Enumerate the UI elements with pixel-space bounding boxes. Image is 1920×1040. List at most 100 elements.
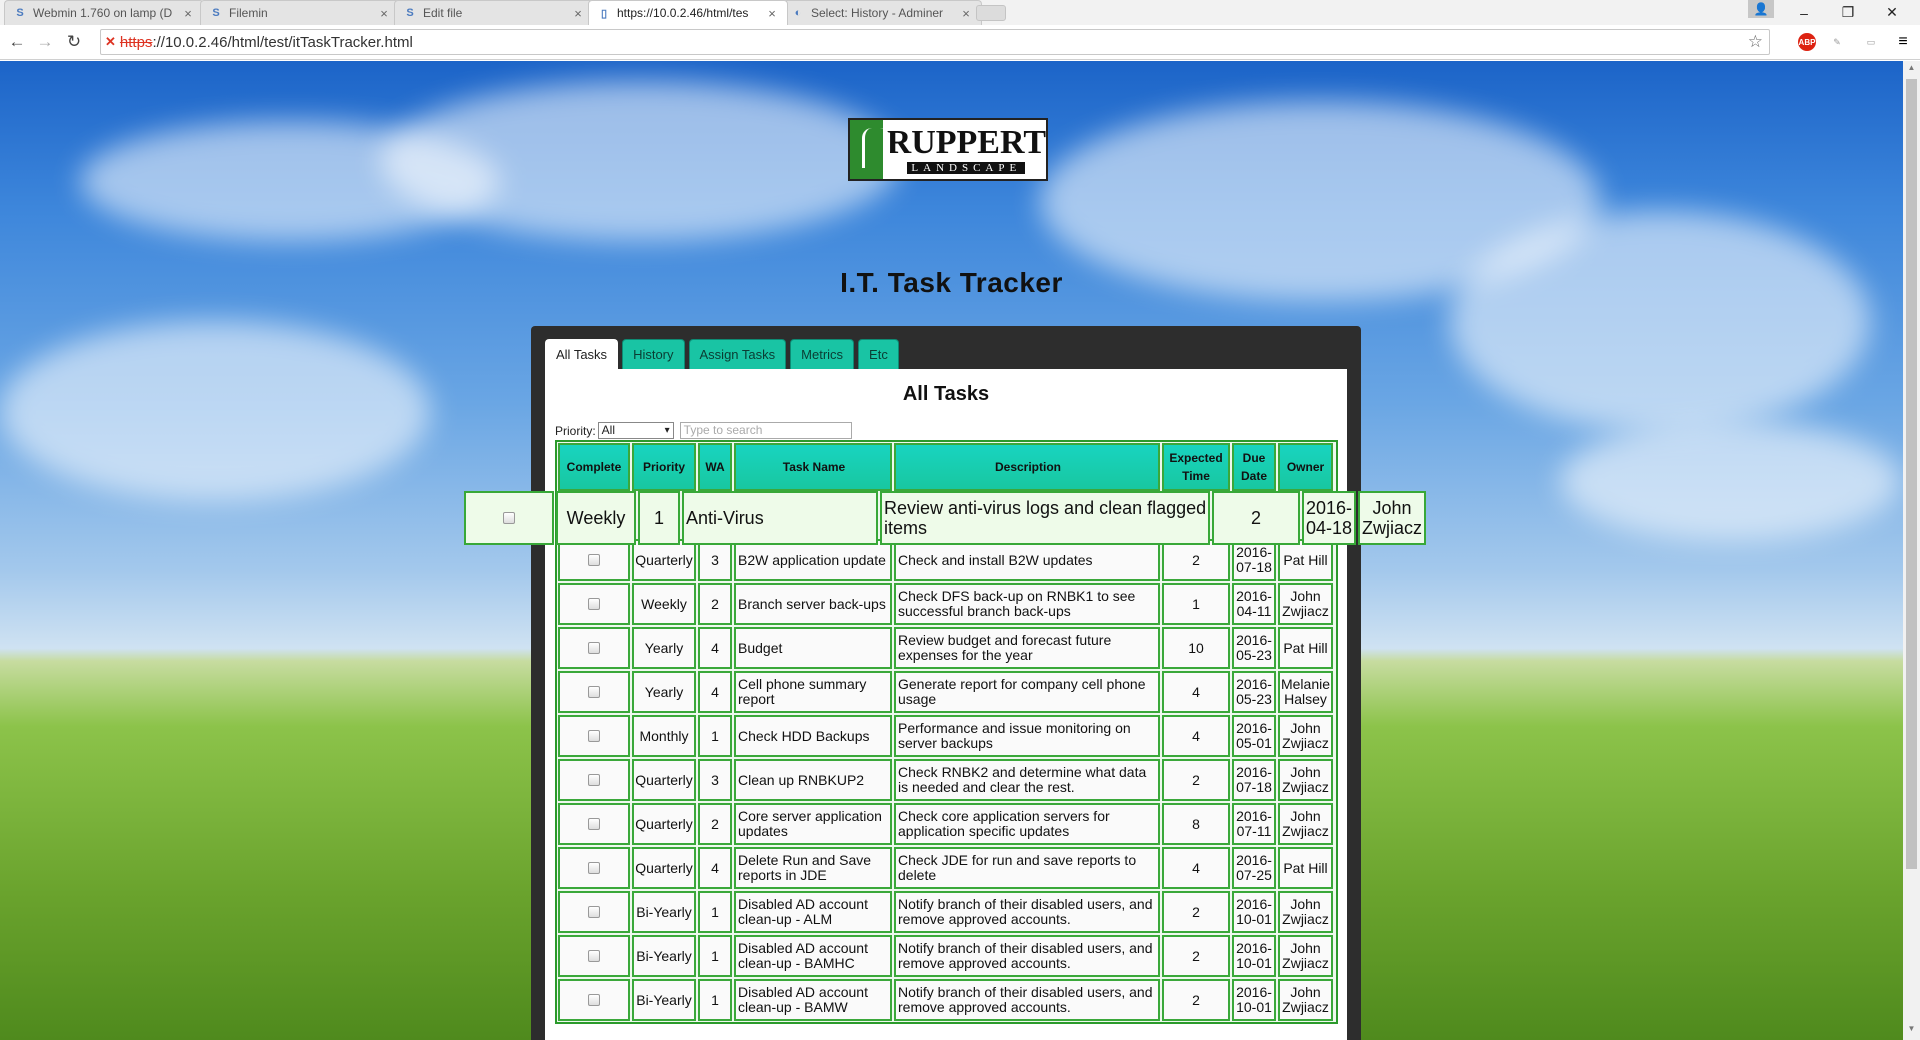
tab-etc[interactable]: Etc [858, 339, 899, 369]
bookmark-star-icon[interactable]: ☆ [1748, 32, 1763, 52]
new-tab-button[interactable] [976, 5, 1006, 21]
priority-cell: Monthly [632, 715, 696, 757]
profile-icon[interactable]: 👤 [1748, 0, 1774, 18]
table-row[interactable]: Weekly 2 Branch server back-ups Check DFS b… [557, 582, 1336, 626]
complete-checkbox[interactable] [503, 512, 515, 524]
adminer-icon: ◐ [794, 7, 802, 19]
wa-cell: 1 [698, 715, 732, 757]
complete-cell [558, 627, 630, 669]
owner-cell: John Zwjiacz [1278, 935, 1333, 977]
tab-content: All Tasks Priority: All Type to search C… [545, 369, 1347, 1040]
complete-checkbox[interactable] [588, 994, 600, 1006]
wa-cell: 4 [698, 627, 732, 669]
restore-icon[interactable]: ❐ [1826, 0, 1870, 25]
close-icon[interactable]: × [377, 6, 391, 21]
minimize-icon[interactable]: – [1782, 0, 1826, 25]
column-header[interactable]: Owner [1278, 443, 1333, 491]
browser-tab-edit-file[interactable]: S Edit file × [394, 0, 594, 25]
close-icon[interactable]: × [959, 6, 973, 21]
browser-tab-adminer[interactable]: ◐ Select: History - Adminer × [782, 0, 982, 25]
table-header-row: Complete Priority WA Task Name Descripti… [557, 442, 1336, 492]
complete-checkbox[interactable] [588, 730, 600, 742]
due-date-cell: 2016-05-23 [1232, 627, 1276, 669]
expected-time-cell: 2 [1162, 935, 1230, 977]
table-row[interactable]: Yearly 4 Cell phone summary report Generate… [557, 670, 1336, 714]
task-panel: All Tasks History Assign Tasks Metrics E… [531, 326, 1361, 1040]
close-icon[interactable]: × [181, 6, 195, 21]
table-row[interactable]: Bi-Yearly 1 Disabled AD account clean-up -… [557, 890, 1336, 934]
complete-checkbox[interactable] [588, 774, 600, 786]
column-header[interactable]: Due Date [1232, 443, 1276, 491]
description-cell: Check JDE for run and save reports to de… [894, 847, 1160, 889]
owner-cell: John Zwjiacz [1278, 979, 1333, 1021]
search-input[interactable]: Type to search [679, 422, 852, 439]
due-date-cell: 2016-10-01 [1232, 935, 1276, 977]
browser-tab-webmin[interactable]: S Webmin 1.760 on lamp (D × [4, 0, 204, 25]
complete-checkbox[interactable] [588, 818, 600, 830]
company-logo: RUPPERT LANDSCAPE [848, 118, 1048, 181]
back-icon[interactable]: ← [5, 31, 29, 53]
complete-checkbox[interactable] [588, 686, 600, 698]
browser-toolbar: ← → ↻ ✕ https ://10.0.2.46/html/test/itT… [0, 25, 1920, 60]
tab-all-tasks[interactable]: All Tasks [545, 339, 619, 369]
due-date-cell: 2016-05-01 [1232, 715, 1276, 757]
complete-checkbox[interactable] [588, 642, 600, 654]
logo-sub: LANDSCAPE [907, 161, 1026, 174]
table-row[interactable]: Quarterly 2 Core server application update… [557, 802, 1336, 846]
column-header[interactable]: Complete [558, 443, 630, 491]
page-scrollbar[interactable]: ▲ ▼ [1903, 61, 1920, 1040]
tab-title: Select: History - Adminer [811, 6, 944, 20]
column-header[interactable]: Priority [632, 443, 696, 491]
menu-icon[interactable]: ≡ [1894, 33, 1912, 51]
table-row[interactable]: Yearly 4 Budget Review budget and forecast … [557, 626, 1336, 670]
extension-icon[interactable]: ✎ [1828, 33, 1846, 51]
table-row[interactable]: Bi-Yearly 1 Disabled AD account clean-up -… [557, 978, 1336, 1022]
table-row[interactable]: Monthly 1 Check HDD Backups Performance and… [557, 714, 1336, 758]
address-bar[interactable]: ✕ https ://10.0.2.46/html/test/itTaskTra… [100, 29, 1770, 55]
owner-cell: John Zwjiacz [1278, 803, 1333, 845]
insecure-lock-icon[interactable]: ✕ [105, 34, 116, 50]
forward-icon[interactable]: → [33, 31, 57, 53]
priority-filter-label: Priority: [555, 423, 596, 438]
column-header[interactable]: Description [894, 443, 1160, 491]
complete-cell [558, 715, 630, 757]
complete-cell [558, 891, 630, 933]
window-close-icon[interactable]: ✕ [1870, 0, 1914, 25]
scrollbar-thumb[interactable] [1906, 79, 1917, 869]
priority-cell: Bi-Yearly [632, 979, 696, 1021]
browser-tab-task-tracker[interactable]: ▯ https://10.0.2.46/html/tes × [588, 0, 788, 25]
scroll-down-icon[interactable]: ▼ [1906, 1024, 1917, 1038]
table-row[interactable]: Quarterly 3 Clean up RNBKUP2 Check RNBK2 an… [557, 758, 1336, 802]
priority-cell: Yearly [632, 627, 696, 669]
expected-time-cell: 4 [1162, 671, 1230, 713]
page-icon: ▯ [600, 7, 608, 20]
tab-metrics[interactable]: Metrics [790, 339, 855, 369]
owner-cell: John Zwjiacz [1278, 891, 1333, 933]
complete-checkbox[interactable] [588, 862, 600, 874]
priority-select[interactable]: All [597, 422, 674, 439]
column-header[interactable]: WA [698, 443, 732, 491]
cast-icon[interactable]: ▭ [1862, 33, 1880, 51]
dragged-table-row[interactable]: Weekly 1 Anti-Virus Review anti-virus lo… [463, 490, 1427, 546]
complete-checkbox[interactable] [588, 598, 600, 610]
close-icon[interactable]: × [765, 6, 779, 21]
priority-cell: Yearly [632, 671, 696, 713]
complete-checkbox[interactable] [588, 906, 600, 918]
table-row[interactable]: Quarterly 4 Delete Run and Save reports in… [557, 846, 1336, 890]
close-icon[interactable]: × [571, 6, 585, 21]
complete-cell [558, 803, 630, 845]
column-header[interactable]: Expected Time [1162, 443, 1230, 491]
complete-checkbox[interactable] [588, 950, 600, 962]
description-cell: Notify branch of their disabled users, a… [894, 891, 1160, 933]
logo-brand: RUPPERT [886, 123, 1046, 161]
scroll-up-icon[interactable]: ▲ [1906, 63, 1917, 77]
complete-checkbox[interactable] [588, 554, 600, 566]
browser-tab-filemin[interactable]: S Filemin × [200, 0, 400, 25]
tab-assign-tasks[interactable]: Assign Tasks [688, 339, 787, 369]
wa-cell: 1 [698, 935, 732, 977]
reload-icon[interactable]: ↻ [62, 31, 86, 53]
column-header[interactable]: Task Name [734, 443, 892, 491]
tab-history[interactable]: History [622, 339, 685, 369]
table-row[interactable]: Bi-Yearly 1 Disabled AD account clean-up -… [557, 934, 1336, 978]
adblock-icon[interactable]: ABP [1798, 33, 1816, 51]
